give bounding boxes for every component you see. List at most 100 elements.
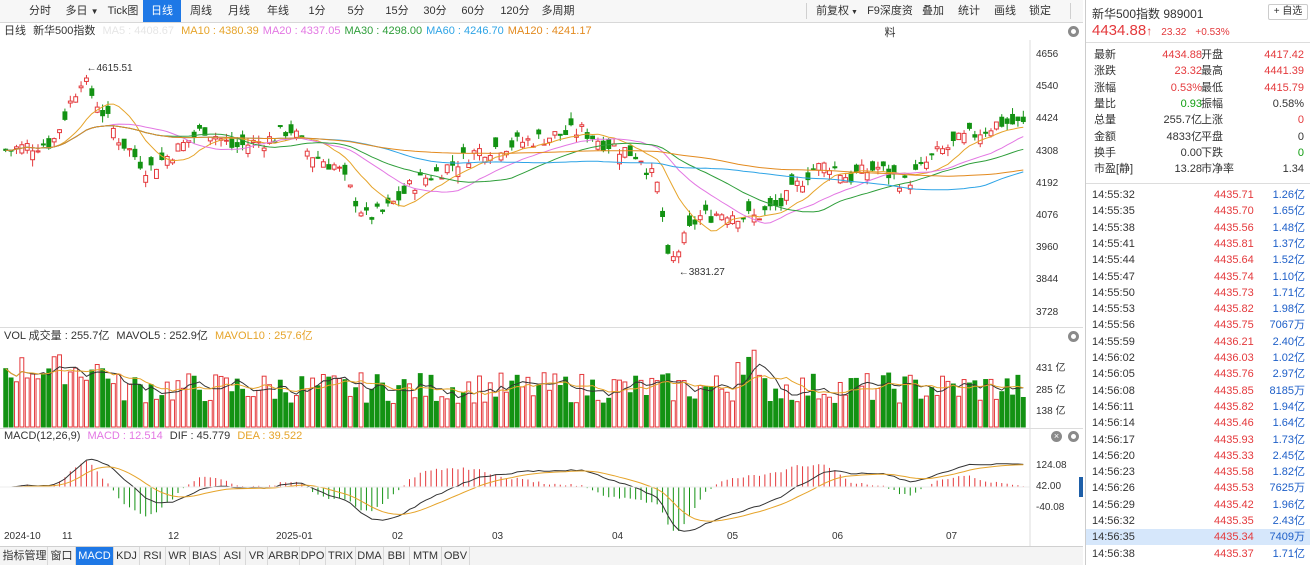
- quote-label: 金额: [1094, 130, 1116, 143]
- indicator-tab-trix[interactable]: TRIX: [326, 547, 356, 565]
- candle-body: [821, 162, 827, 174]
- volume-bar: [460, 392, 466, 428]
- tick-row[interactable]: 14:56:23 4435.58 1.82亿: [1086, 464, 1310, 480]
- tick-row[interactable]: 14:56:35 4435.34 7409万: [1086, 529, 1310, 546]
- volume-bar: [654, 380, 660, 428]
- candle-body: [692, 219, 698, 225]
- candle-body: [369, 217, 375, 220]
- indicator-tab-dpo[interactable]: DPO: [300, 547, 326, 565]
- tick-volume: 1.82亿: [1272, 466, 1305, 479]
- candle-body: [277, 125, 283, 128]
- tick-row[interactable]: 14:55:38 4435.56 1.48亿: [1086, 220, 1310, 236]
- mavol10-line: [5, 368, 1024, 395]
- quote-label: 上涨: [1201, 114, 1223, 127]
- tick-row[interactable]: 14:55:47 4435.74 1.10亿: [1086, 269, 1310, 285]
- indicator-tab-obv[interactable]: OBV: [442, 547, 470, 565]
- volume-bar: [423, 395, 429, 428]
- indicator-tab-arbr[interactable]: ARBR: [268, 547, 300, 565]
- quote-label: 市盈[静]: [1094, 163, 1134, 176]
- candle-body: [794, 180, 800, 186]
- indicator-tab-dma[interactable]: DMA: [356, 547, 384, 565]
- indicator-tab-指标管理[interactable]: 指标管理: [2, 547, 48, 565]
- tick-row[interactable]: 14:56:38 4435.37 1.71亿: [1086, 546, 1310, 562]
- tick-row[interactable]: 14:56:05 4435.76 2.97亿: [1086, 366, 1310, 382]
- candle-body: [234, 142, 240, 148]
- volume-bar: [482, 401, 488, 428]
- tick-row[interactable]: 14:56:02 4436.03 1.02亿: [1086, 350, 1310, 366]
- add-watchlist-button[interactable]: + 自选: [1268, 4, 1308, 20]
- candle-body: [649, 168, 655, 173]
- tick-volume: 2.40亿: [1272, 335, 1305, 348]
- volume-bar: [913, 379, 919, 428]
- tick-row[interactable]: 14:56:17 4435.93 1.73亿: [1086, 432, 1310, 448]
- volume-bar: [35, 378, 41, 428]
- tick-row[interactable]: 14:55:59 4436.21 2.40亿: [1086, 334, 1310, 350]
- quote-value: 0.58%: [1272, 97, 1304, 110]
- volume-bar: [897, 402, 902, 428]
- divider: [1086, 183, 1310, 184]
- volume-bar: [999, 391, 1005, 428]
- candle-body: [816, 163, 822, 171]
- tick-price: 4435.53: [1214, 482, 1254, 495]
- indicator-tab-wr[interactable]: WR: [166, 547, 190, 565]
- candle-body: [697, 215, 703, 221]
- tick-row[interactable]: 14:55:44 4435.64 1.52亿: [1086, 252, 1310, 268]
- tick-row[interactable]: 14:56:20 4435.33 2.45亿: [1086, 448, 1310, 464]
- candle-body: [396, 191, 402, 201]
- tick-row[interactable]: 14:56:08 4435.85 8185万: [1086, 383, 1310, 399]
- quote-label: 振幅: [1201, 97, 1223, 110]
- indicator-tab-mtm[interactable]: MTM: [410, 547, 442, 565]
- tick-row[interactable]: 14:55:32 4435.71 1.26亿: [1086, 187, 1310, 203]
- volume-bar: [127, 383, 132, 428]
- tick-price: 4435.56: [1214, 221, 1254, 234]
- tick-price: 4435.74: [1214, 270, 1254, 283]
- tick-price: 4435.34: [1214, 531, 1254, 544]
- macd-histogram: [10, 460, 1024, 531]
- tick-row[interactable]: 14:55:35 4435.70 1.65亿: [1086, 203, 1310, 219]
- candle-body: [832, 166, 838, 169]
- candle-body: [579, 124, 585, 127]
- candle-body: [848, 172, 854, 183]
- tick-row[interactable]: 14:56:32 4435.35 2.43亿: [1086, 513, 1310, 529]
- tick-time: 14:56:32: [1092, 515, 1135, 527]
- indicator-tab-bbi[interactable]: BBI: [384, 547, 410, 565]
- tick-row[interactable]: 14:56:29 4435.42 1.96亿: [1086, 497, 1310, 513]
- volume-bar: [207, 399, 213, 428]
- tick-row[interactable]: 14:56:26 4435.53 7625万: [1086, 480, 1310, 496]
- quote-row: 涨幅 0.53% 最低 4415.79: [1094, 80, 1304, 96]
- indicator-tab-窗口[interactable]: 窗口: [48, 547, 76, 565]
- volume-bar: [240, 388, 246, 428]
- volume-bar: [137, 384, 143, 428]
- tick-row[interactable]: 14:55:56 4435.75 7067万: [1086, 317, 1310, 333]
- tick-row[interactable]: 14:55:41 4435.81 1.37亿: [1086, 236, 1310, 252]
- indicator-tab-macd[interactable]: MACD: [76, 547, 114, 565]
- volume-bar: [40, 374, 46, 428]
- kline-chart[interactable]: ←4615.51 ←3831.27: [0, 0, 1083, 546]
- tick-row[interactable]: 14:55:53 4435.82 1.98亿: [1086, 301, 1310, 317]
- candle-body: [993, 121, 999, 130]
- indicator-tab-kdj[interactable]: KDJ: [114, 547, 140, 565]
- candle-body: [283, 132, 289, 137]
- tick-time: 14:55:53: [1092, 303, 1135, 316]
- indicator-tab-vr[interactable]: VR: [246, 547, 268, 565]
- quote-panel: 新华500指数 989001 + 自选 4434.88↑ 23.32 +0.53…: [1085, 0, 1310, 565]
- indicator-tab-asi[interactable]: ASI: [220, 547, 246, 565]
- candle-body: [638, 160, 644, 163]
- candle-body: [837, 174, 843, 184]
- tick-price: 4435.33: [1214, 449, 1254, 462]
- candle-body: [353, 200, 359, 207]
- volume-bar: [708, 386, 714, 428]
- volume-bar: [89, 369, 95, 428]
- candle-body: [46, 138, 52, 149]
- indicator-tab-rsi[interactable]: RSI: [140, 547, 166, 565]
- tick-row[interactable]: 14:56:11 4435.82 1.94亿: [1086, 399, 1310, 415]
- tick-row[interactable]: 14:56:14 4435.46 1.64亿: [1086, 415, 1310, 431]
- tick-row[interactable]: 14:55:50 4435.73 1.71亿: [1086, 285, 1310, 301]
- tick-time: 14:56:08: [1092, 384, 1135, 397]
- volume-bar: [180, 387, 186, 428]
- indicator-tab-bias[interactable]: BIAS: [190, 547, 220, 565]
- candle-body: [19, 144, 25, 154]
- volume-bar: [14, 381, 19, 428]
- candle-body: [331, 164, 337, 170]
- tick-volume: 1.98亿: [1272, 303, 1305, 316]
